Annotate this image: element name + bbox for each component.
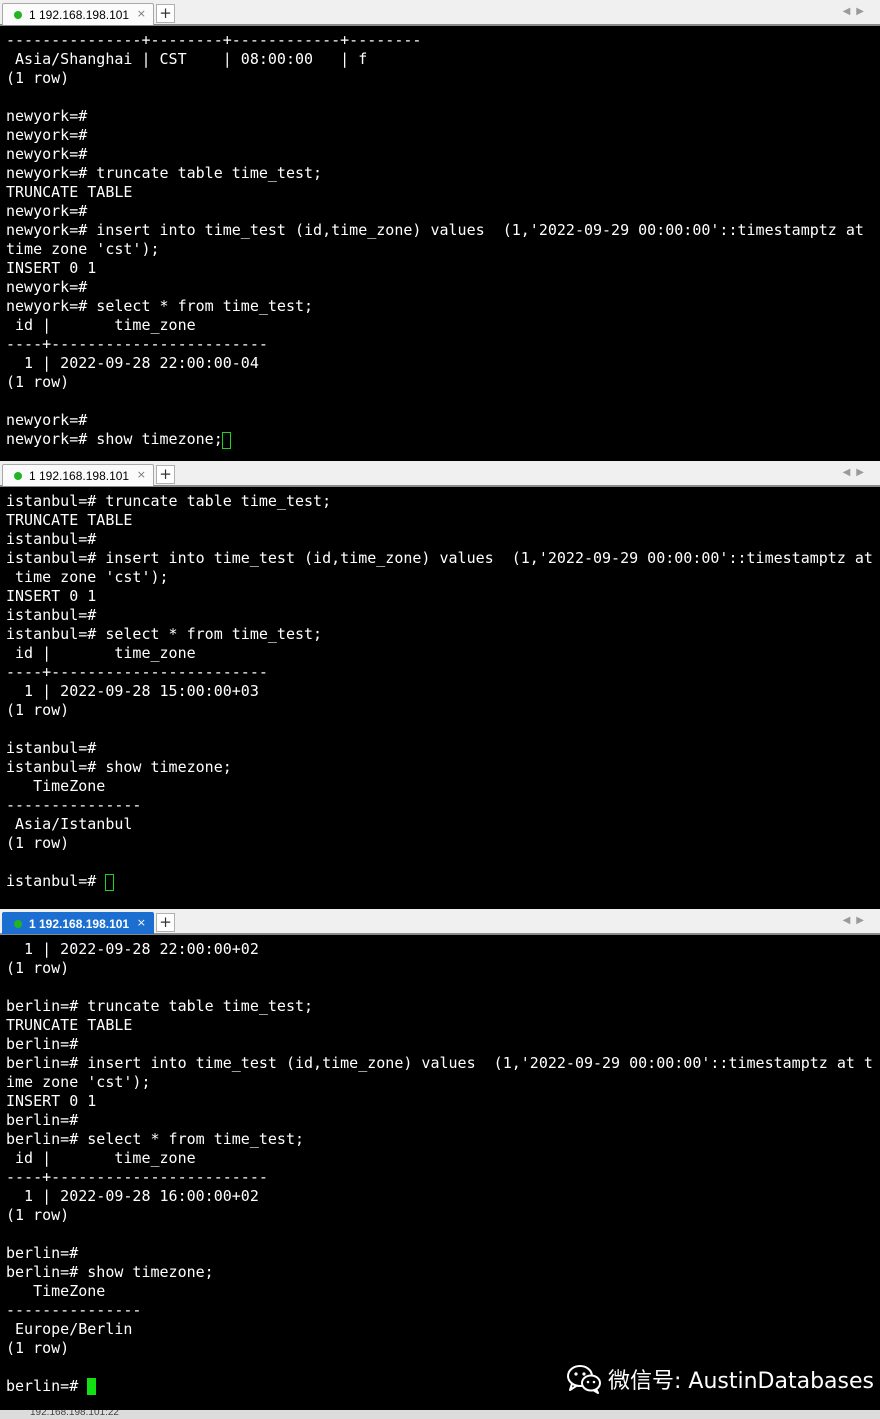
terminal-pane-newyork: 1 192.168.198.101 × + ◀▶ ---------------… [0, 0, 880, 460]
terminal-line: --------------- [6, 796, 142, 814]
terminal-line: berlin=# select * from time_test; [6, 1130, 305, 1148]
terminal-line: INSERT 0 1 [6, 587, 97, 605]
terminal-cursor [105, 874, 114, 891]
terminal-line: newyork=# select * from time_test; [6, 297, 314, 315]
terminal-line: TRUNCATE TABLE [6, 183, 133, 201]
terminal-line: newyork=# [6, 145, 88, 163]
terminal-line: Asia/Istanbul [6, 815, 133, 833]
close-tab-icon[interactable]: × [137, 916, 146, 929]
terminal-line: Asia/Shanghai | CST | 08:00:00 | f [6, 50, 368, 68]
terminal-line: 1 | 2022-09-28 22:00:00+02 [6, 940, 259, 958]
terminal-line: time zone 'cst'); [6, 568, 169, 586]
tab-bar: 1 192.168.198.101 × + ◀▶ [0, 461, 880, 487]
terminal-line: (1 row) [6, 1339, 70, 1357]
close-tab-icon[interactable]: × [137, 7, 146, 20]
connected-status-icon [14, 920, 22, 928]
watermark-text: 微信号: AustinDatabases [608, 1369, 874, 1394]
terminal-line: (1 row) [6, 373, 70, 391]
add-tab-button[interactable]: + [156, 4, 175, 23]
terminal-line: newyork=# [6, 126, 88, 144]
terminal-line: (1 row) [6, 69, 70, 87]
session-tab[interactable]: 1 192.168.198.101 × [2, 3, 154, 25]
terminal-line: istanbul=# select * from time_test; [6, 625, 323, 643]
terminal-line: (1 row) [6, 1206, 70, 1224]
close-tab-icon[interactable]: × [137, 468, 146, 481]
terminal-line: TRUNCATE TABLE [6, 511, 133, 529]
terminal-line: TimeZone [6, 777, 106, 795]
terminal-line: newyork=# insert into time_test (id,time… [6, 221, 864, 239]
connected-status-icon [14, 472, 22, 480]
terminal-line: id | time_zone [6, 1149, 196, 1167]
wechat-icon [566, 1364, 602, 1394]
terminal-line: 1 | 2022-09-28 16:00:00+02 [6, 1187, 259, 1205]
terminal-line: (1 row) [6, 834, 70, 852]
terminal-line: newyork=# [6, 107, 88, 125]
terminal-line: ---------------+--------+------------+--… [6, 31, 422, 49]
terminal-line: 1 | 2022-09-28 22:00:00-04 [6, 354, 259, 372]
terminal-cursor [222, 432, 231, 449]
session-tab[interactable]: 1 192.168.198.101 × [2, 464, 154, 486]
terminal-line: ----+------------------------ [6, 1168, 268, 1186]
terminal-line: TRUNCATE TABLE [6, 1016, 133, 1034]
terminal-line: berlin=# [6, 1111, 79, 1129]
tab-scroll-arrows-icon[interactable]: ◀▶ [843, 467, 870, 478]
add-tab-button[interactable]: + [156, 913, 175, 932]
terminal-output[interactable]: ---------------+--------+------------+--… [0, 28, 880, 460]
terminal-line: berlin=# [6, 1244, 79, 1262]
terminal-line: istanbul=# [6, 606, 97, 624]
terminal-line: istanbul=# insert into time_test (id,tim… [6, 549, 873, 567]
tab-scroll-arrows-icon[interactable]: ◀▶ [843, 915, 870, 926]
add-tab-button[interactable]: + [156, 465, 175, 484]
terminal-line: berlin=# insert into time_test (id,time_… [6, 1054, 873, 1072]
tab-scroll-arrows-icon[interactable]: ◀▶ [843, 6, 870, 17]
terminal-output[interactable]: istanbul=# truncate table time_test; TRU… [0, 489, 880, 908]
terminal-line: berlin=# truncate table time_test; [6, 997, 314, 1015]
terminal-line: istanbul=# truncate table time_test; [6, 492, 332, 510]
watermark: 微信号: AustinDatabases [566, 1362, 874, 1396]
terminal-pane-berlin: 1 192.168.198.101 × + ◀▶ 1 | 2022-09-28 … [0, 909, 880, 1410]
terminal-line: istanbul=# [6, 739, 97, 757]
tab-bar: 1 192.168.198.101 × + ◀▶ [0, 0, 880, 26]
terminal-line: newyork=# truncate table time_test; [6, 164, 323, 182]
status-bar: 192.168.198.101:22 [0, 1410, 880, 1419]
terminal-line: ime zone 'cst'); [6, 1073, 151, 1091]
terminal-line: ----+------------------------ [6, 335, 268, 353]
terminal-line: (1 row) [6, 959, 70, 977]
terminal-line: TimeZone [6, 1282, 106, 1300]
terminal-line: newyork=# [6, 278, 88, 296]
session-tab-active[interactable]: 1 192.168.198.101 × [2, 912, 154, 934]
terminal-pane-istanbul: 1 192.168.198.101 × + ◀▶ istanbul=# trun… [0, 461, 880, 908]
terminal-output[interactable]: 1 | 2022-09-28 22:00:00+02 (1 row) berli… [0, 937, 880, 1410]
terminal-line: (1 row) [6, 701, 70, 719]
terminal-line: berlin=# [6, 1377, 88, 1395]
terminal-line: istanbul=# show timezone; [6, 758, 232, 776]
terminal-line: --------------- [6, 1301, 142, 1319]
terminal-line: berlin=# show timezone; [6, 1263, 214, 1281]
terminal-line: istanbul=# [6, 872, 106, 890]
terminal-line: id | time_zone [6, 644, 196, 662]
terminal-line: newyork=# [6, 202, 88, 220]
terminal-line: istanbul=# [6, 530, 97, 548]
session-tab-label: 1 192.168.198.101 [29, 8, 130, 22]
terminal-line: berlin=# [6, 1035, 79, 1053]
tab-bar: 1 192.168.198.101 × + ◀▶ [0, 909, 880, 935]
terminal-line: time zone 'cst'); [6, 240, 160, 258]
connected-status-icon [14, 11, 22, 19]
terminal-line: newyork=# [6, 411, 88, 429]
terminal-cursor [87, 1378, 96, 1395]
session-tab-label: 1 192.168.198.101 [29, 917, 130, 931]
session-tab-label: 1 192.168.198.101 [29, 469, 130, 483]
terminal-line: 1 | 2022-09-28 15:00:00+03 [6, 682, 259, 700]
terminal-line: Europe/Berlin [6, 1320, 133, 1338]
terminal-line: INSERT 0 1 [6, 259, 97, 277]
terminal-line: id | time_zone [6, 316, 196, 334]
terminal-line: INSERT 0 1 [6, 1092, 97, 1110]
terminal-line: newyork=# show timezone; [6, 430, 223, 448]
terminal-line: ----+------------------------ [6, 663, 268, 681]
status-connection-text: 192.168.198.101:22 [30, 1410, 119, 1418]
